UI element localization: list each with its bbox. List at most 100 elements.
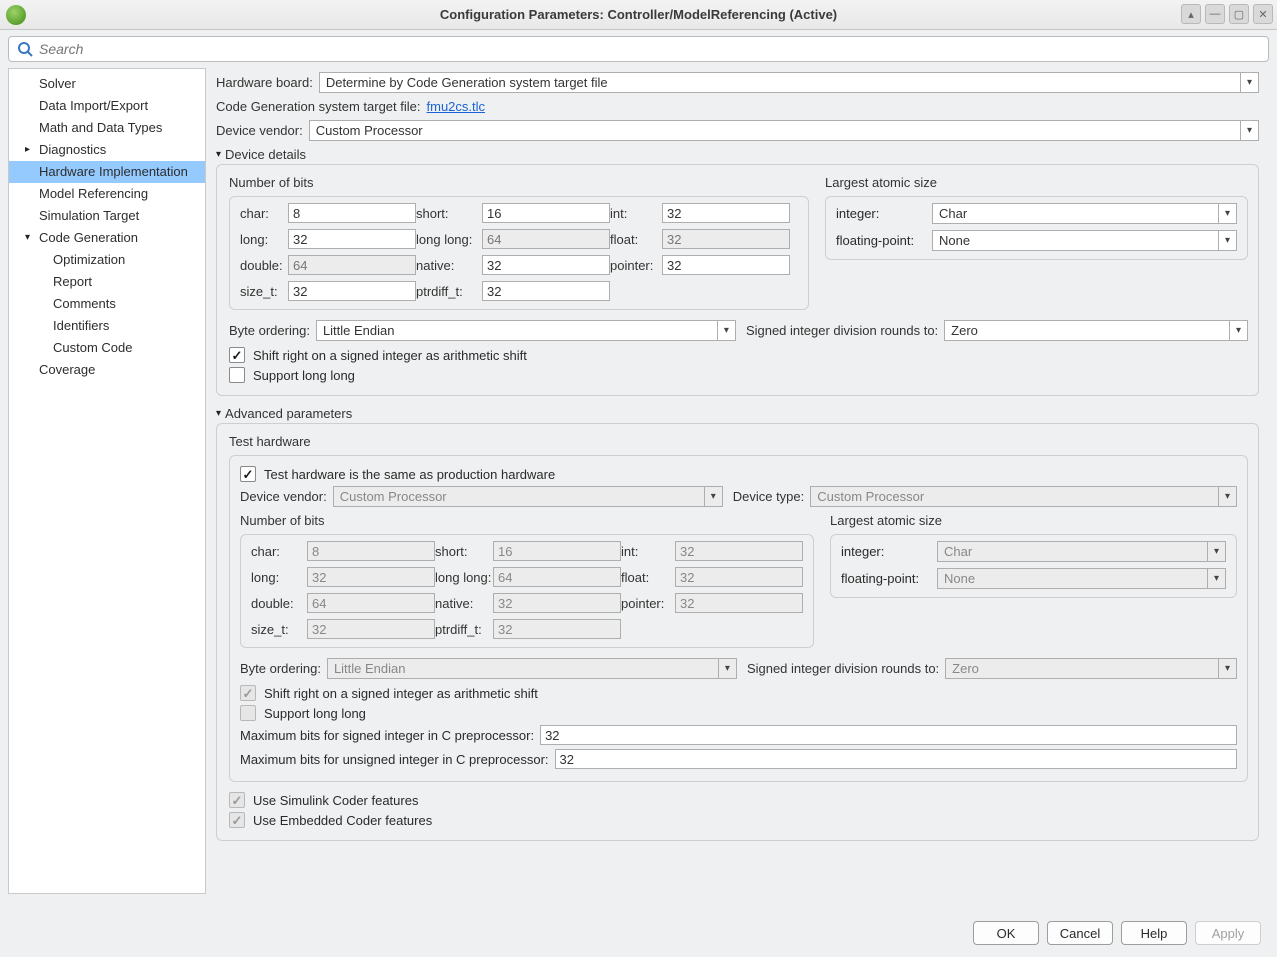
nav-tree[interactable]: Solver Data Import/Export Math and Data … [8,68,206,894]
longlong-input [482,229,610,249]
float-input [662,229,790,249]
test-longlong-input [493,567,621,587]
tree-math[interactable]: Math and Data Types [9,117,205,139]
short-input[interactable] [482,203,610,223]
support-ll-checkbox[interactable] [229,367,245,383]
atomic-fp-label: floating-point: [836,233,926,248]
byte-order-combo[interactable]: Little Endian▾ [316,320,736,341]
ptrdifft-input[interactable] [482,281,610,301]
content-pane[interactable]: Hardware board: Determine by Code Genera… [206,68,1269,894]
test-double-input [307,593,435,613]
device-vendor-combo[interactable]: Custom Processor ▾ [309,120,1259,141]
tree-hardware-impl[interactable]: Hardware Implementation [9,161,205,183]
hw-board-combo[interactable]: Determine by Code Generation system targ… [319,72,1259,93]
num-bits-box: char: short: int: long: long long: [229,196,809,310]
tree-sim-target[interactable]: Simulation Target [9,205,205,227]
tree-custom-code[interactable]: Custom Code [9,337,205,359]
short-label: short: [416,206,482,221]
byte-order-label: Byte ordering: [229,323,310,338]
test-native-input [493,593,621,613]
test-shift-right-label: Shift right on a signed integer as arith… [264,686,538,701]
long-input[interactable] [288,229,416,249]
double-label: double: [240,258,288,273]
use-simcoder-label: Use Simulink Coder features [253,793,418,808]
help-button[interactable]: Help [1121,921,1187,945]
test-support-ll-checkbox [240,705,256,721]
app-icon [6,5,26,25]
device-details-group: Number of bits char: short: int: long: [216,164,1259,396]
rollup-button[interactable]: ▴ [1181,4,1201,24]
longlong-label: long long: [416,232,482,247]
test-float-input [675,567,803,587]
advanced-group: Test hardware Test hardware is the same … [216,423,1259,841]
test-atomic-fp-combo: None▾ [937,568,1226,589]
tree-data-import[interactable]: Data Import/Export [9,95,205,117]
char-input[interactable] [288,203,416,223]
tree-report[interactable]: Report [9,271,205,293]
dropdown-icon: ▾ [1207,542,1225,561]
pointer-input[interactable] [662,255,790,275]
hw-board-value: Determine by Code Generation system targ… [320,75,1240,90]
native-input[interactable] [482,255,610,275]
close-button[interactable]: ✕ [1253,4,1273,24]
test-same-checkbox[interactable] [240,466,256,482]
max-signed-input[interactable] [540,725,1237,745]
tree-code-gen[interactable]: Code Generation [9,227,205,249]
use-embcoder-checkbox [229,812,245,828]
shift-right-checkbox[interactable] [229,347,245,363]
atomic-int-combo[interactable]: Char▾ [932,203,1237,224]
stf-link[interactable]: fmu2cs.tlc [427,99,486,114]
search-input[interactable] [39,41,1260,57]
window-title: Configuration Parameters: Controller/Mod… [0,7,1277,22]
dropdown-icon: ▾ [1207,569,1225,588]
test-sidr-combo: Zero▾ [945,658,1237,679]
advanced-header[interactable]: Advanced parameters [216,406,1259,421]
dropdown-icon: ▾ [717,321,735,340]
tree-solver[interactable]: Solver [9,73,205,95]
dropdown-icon: ▾ [1240,121,1258,140]
sizet-label: size_t: [240,284,288,299]
hw-board-label: Hardware board: [216,75,313,90]
char-label: char: [240,206,288,221]
tree-coverage[interactable]: Coverage [9,359,205,381]
device-details-header[interactable]: Device details [216,147,1259,162]
test-byteorder-combo: Little Endian▾ [327,658,737,679]
max-unsigned-input[interactable] [555,749,1237,769]
atomic-header: Largest atomic size [825,175,1248,190]
sidr-combo[interactable]: Zero▾ [944,320,1248,341]
test-type-combo: Custom Processor▾ [810,486,1237,507]
titlebar: Configuration Parameters: Controller/Mod… [0,0,1277,30]
tree-comments[interactable]: Comments [9,293,205,315]
dropdown-icon: ▾ [1240,73,1258,92]
test-vendor-label: Device vendor: [240,489,327,504]
test-type-label: Device type: [733,489,805,504]
tree-model-ref[interactable]: Model Referencing [9,183,205,205]
tree-identifiers[interactable]: Identifiers [9,315,205,337]
sizet-input[interactable] [288,281,416,301]
int-label: int: [610,206,662,221]
dropdown-icon: ▾ [1218,659,1236,678]
test-ptrdifft-input [493,619,621,639]
dropdown-icon: ▾ [1229,321,1247,340]
ok-button[interactable]: OK [973,921,1039,945]
atomic-int-label: integer: [836,206,926,221]
atomic-box: integer: Char▾ floating-point: None▾ [825,196,1248,260]
minimize-button[interactable]: ― [1205,4,1225,24]
test-same-label: Test hardware is the same as production … [264,467,555,482]
cancel-button[interactable]: Cancel [1047,921,1113,945]
ptrdifft-label: ptrdiff_t: [416,284,482,299]
use-embcoder-label: Use Embedded Coder features [253,813,432,828]
maximize-button[interactable]: ▢ [1229,4,1249,24]
search-icon [17,41,33,57]
tree-diagnostics[interactable]: Diagnostics [9,139,205,161]
test-byteorder-label: Byte ordering: [240,661,321,676]
pointer-label: pointer: [610,258,662,273]
dropdown-icon: ▾ [1218,204,1236,223]
search-box[interactable] [8,36,1269,62]
long-label: long: [240,232,288,247]
tree-optimization[interactable]: Optimization [9,249,205,271]
atomic-fp-combo[interactable]: None▾ [932,230,1237,251]
sidr-label: Signed integer division rounds to: [746,323,938,338]
double-input [288,255,416,275]
int-input[interactable] [662,203,790,223]
